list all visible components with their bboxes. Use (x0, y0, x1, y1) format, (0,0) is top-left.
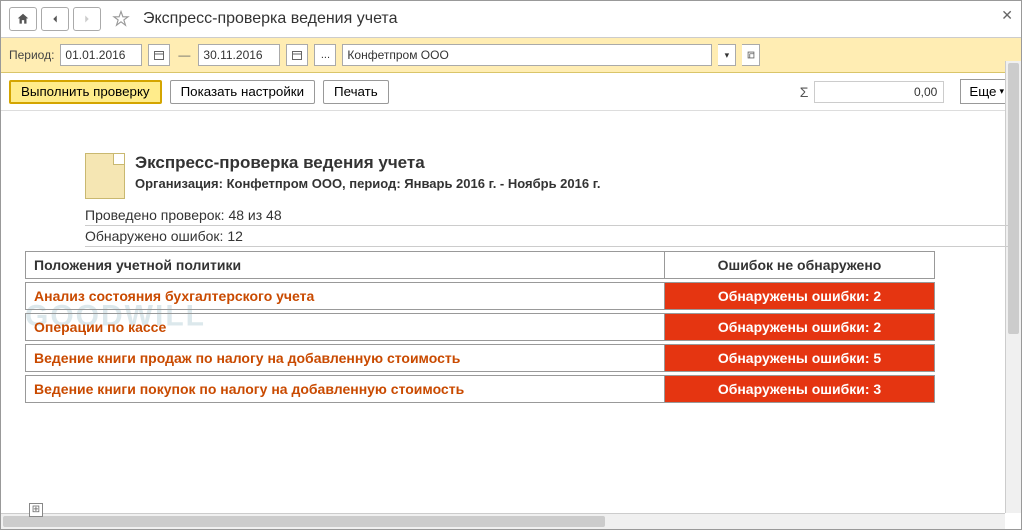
row-category: Ведение книги продаж по налогу на добавл… (26, 345, 665, 372)
favorite-button[interactable] (109, 7, 133, 31)
close-button[interactable]: ✕ (1001, 7, 1013, 24)
titlebar: Экспресс-проверка ведения учета ✕ (1, 1, 1021, 38)
row-category: Ведение книги покупок по налогу на добав… (26, 376, 665, 403)
chevron-down-icon: ▾ (999, 86, 1004, 97)
row-category: Операции по кассе (26, 314, 665, 341)
report-stats: Проведено проверок: 48 из 48 Обнаружено … (25, 205, 1013, 247)
organization-value: Конфетпром ООО (347, 48, 448, 62)
expand-button[interactable]: ⊞ (29, 503, 43, 517)
back-button[interactable] (41, 7, 69, 31)
organization-open-button[interactable] (742, 44, 760, 66)
vertical-scrollbar[interactable] (1005, 61, 1021, 513)
sum-box: Σ 0,00 (800, 81, 945, 103)
toolbar: Выполнить проверку Показать настройки Пе… (1, 73, 1021, 111)
date-to-picker-button[interactable] (286, 44, 308, 66)
table-row[interactable]: Анализ состояния бухгалтерского учета Об… (26, 283, 935, 310)
report-subtitle: Организация: Конфетпром ООО, период: Янв… (135, 176, 600, 191)
report-header: Экспресс-проверка ведения учета Организа… (25, 153, 1013, 199)
arrow-right-icon (80, 12, 94, 26)
errors-count-line: Обнаружено ошибок: 12 (85, 226, 1013, 247)
home-button[interactable] (9, 7, 37, 31)
checks-count-line: Проведено проверок: 48 из 48 (85, 205, 1013, 226)
expand-column: ⊞ ⊞ ⊞ ⊞ ⊞ ⊞ (29, 503, 1017, 529)
ellipsis-label: ... (321, 49, 330, 61)
calendar-icon (153, 49, 165, 61)
row-status: Обнаружены ошибки: 3 (665, 376, 935, 403)
date-from-value: 01.01.2016 (65, 48, 125, 62)
period-label: Период: (9, 48, 54, 62)
row-status: Обнаружены ошибки: 2 (665, 314, 935, 341)
table-header-row: Положения учетной политики Ошибок не обн… (26, 252, 935, 279)
table-row[interactable]: Ведение книги покупок по налогу на добав… (26, 376, 935, 403)
organization-dropdown-button[interactable]: ▾ (718, 44, 736, 66)
forward-button[interactable] (73, 7, 101, 31)
col-status: Ошибок не обнаружено (665, 252, 935, 279)
calendar-icon (291, 49, 303, 61)
date-dash: — (176, 48, 192, 62)
table-row[interactable]: Ведение книги продаж по налогу на добавл… (26, 345, 935, 372)
table-row[interactable]: Операции по кассе Обнаружены ошибки: 2 (26, 314, 935, 341)
open-icon (746, 50, 756, 60)
results-table: Положения учетной политики Ошибок не обн… (25, 251, 935, 403)
row-status: Обнаружены ошибки: 2 (665, 283, 935, 310)
organization-field[interactable]: Конфетпром ООО (342, 44, 712, 66)
show-settings-button[interactable]: Показать настройки (170, 80, 315, 104)
report-content: GOODWILL Экспресс-проверка ведения учета… (1, 111, 1021, 529)
home-icon (16, 12, 30, 26)
star-icon (112, 10, 130, 28)
window-title: Экспресс-проверка ведения учета (143, 10, 397, 28)
more-label: Еще (969, 84, 996, 99)
show-settings-label: Показать настройки (181, 84, 304, 99)
row-category: Анализ состояния бухгалтерского учета (26, 283, 665, 310)
date-from-field[interactable]: 01.01.2016 (60, 44, 142, 66)
run-check-button[interactable]: Выполнить проверку (9, 80, 162, 104)
print-button[interactable]: Печать (323, 80, 389, 104)
col-category: Положения учетной политики (26, 252, 665, 279)
arrow-left-icon (48, 12, 62, 26)
date-from-picker-button[interactable] (148, 44, 170, 66)
row-status: Обнаружены ошибки: 5 (665, 345, 935, 372)
print-label: Печать (334, 84, 378, 99)
report-icon (85, 153, 125, 199)
sigma-icon: Σ (800, 84, 809, 100)
sum-field[interactable]: 0,00 (814, 81, 944, 103)
date-to-value: 30.11.2016 (203, 48, 262, 62)
period-select-button[interactable]: ... (314, 44, 336, 66)
parameter-bar: Период: 01.01.2016 — 30.11.2016 ... Конф… (1, 38, 1021, 73)
report-title: Экспресс-проверка ведения учета (135, 153, 600, 173)
sum-value: 0,00 (914, 85, 937, 99)
date-to-field[interactable]: 30.11.2016 (198, 44, 280, 66)
run-check-label: Выполнить проверку (21, 84, 150, 99)
